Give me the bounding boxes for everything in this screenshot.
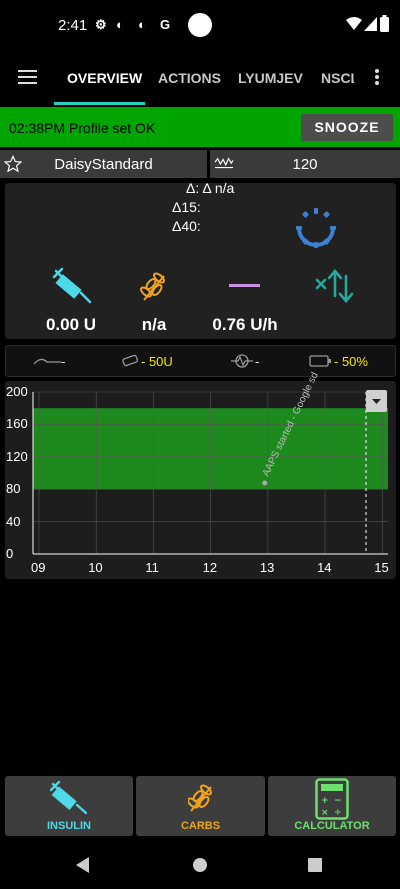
x-tick-label: 15 [374,560,389,575]
x-tick-label: 11 [145,560,159,575]
y-tick-label: 200 [6,384,28,399]
carbs-icon [188,784,212,812]
svg-text:÷: ÷ [334,808,342,818]
y-tick-label: 0 [6,546,14,561]
y-tick-label: 160 [6,416,28,432]
annotation-marker [262,480,268,486]
calculator-button-label: CALCULATOR [294,820,370,832]
x-tick-label: 13 [259,560,275,575]
graph-options-button[interactable] [366,390,387,412]
x-tick-label: 14 [317,560,332,575]
chevron-down-icon [372,399,381,404]
calculator-icon: + − × ÷ [315,778,349,820]
svg-text:−: − [334,796,342,806]
carbs-button-label: CARBS [180,820,221,832]
bg-chart: AAPS started - Google sd [32,371,388,555]
carbs-button[interactable]: CARBS [136,776,265,836]
insulin-button-label: INSULIN [47,820,91,832]
x-tick-label: 09 [31,560,46,575]
syringe-icon [49,780,88,815]
y-tick-label: 40 [6,513,21,529]
insulin-button[interactable]: INSULIN [5,776,133,836]
back-icon[interactable] [76,857,90,873]
y-tick-label: 120 [6,448,28,464]
x-tick-label: 10 [88,560,103,575]
recents-icon[interactable] [308,858,322,872]
y-tick-label: 80 [6,481,21,497]
x-tick-label: 12 [202,560,218,575]
home-icon[interactable] [192,857,208,873]
system-nav-bar [0,840,400,889]
calculator-button[interactable]: + − × ÷ CALCULATOR [268,776,396,836]
svg-text:+: + [321,796,329,806]
svg-text:×: × [321,808,329,818]
